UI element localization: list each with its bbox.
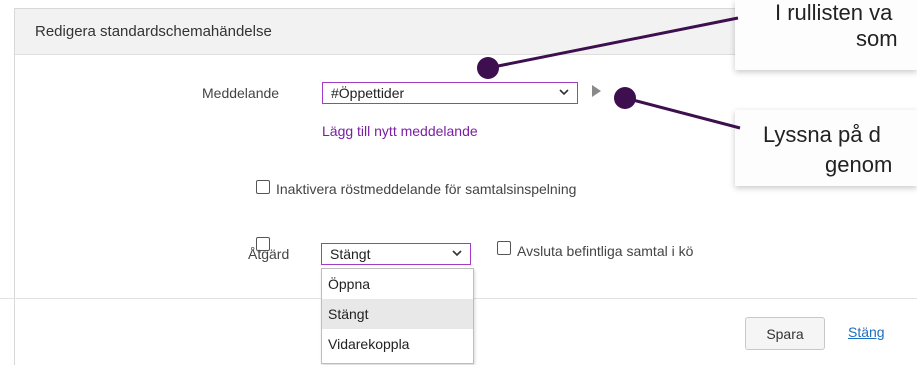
action-select[interactable]: Stängt (321, 243, 471, 265)
dialog-title: Redigera standardschemahändelse (35, 23, 272, 40)
callout-top-line2: som (856, 26, 898, 51)
option-label: Vidarekoppla (328, 336, 410, 352)
action-label: Åtgärd (248, 246, 290, 262)
chevron-down-icon (559, 89, 569, 96)
option-label: Stängt (328, 306, 369, 322)
play-icon[interactable] (592, 85, 601, 97)
callout-top-line1: I rullisten va (775, 0, 893, 25)
callout-bottom-line1: Lyssna på d (763, 122, 881, 147)
end-calls-checkbox[interactable] (497, 241, 511, 255)
message-select-value: #Öppettider (331, 85, 405, 101)
option-label: Öppna (328, 276, 371, 292)
callout-top: I rullisten va som (735, 0, 917, 70)
save-button[interactable]: Spara (745, 317, 825, 350)
dropdown-option-forward[interactable]: Vidarekoppla (322, 329, 473, 359)
end-calls-label: Avsluta befintliga samtal i kö (517, 243, 694, 259)
chevron-down-icon (452, 250, 462, 257)
dropdown-option-closed[interactable]: Stängt (322, 299, 473, 329)
message-select[interactable]: #Öppettider (322, 82, 578, 104)
callout-bottom: Lyssna på d genom (735, 110, 917, 186)
action-dropdown-list: Öppna Stängt Vidarekoppla (321, 268, 474, 364)
disable-voice-checkbox[interactable] (256, 180, 270, 194)
callout-bottom-line2: genom (825, 152, 893, 177)
disable-voice-label: Inaktivera röstmeddelande för samtalsins… (276, 181, 577, 197)
dropdown-option-open[interactable]: Öppna (322, 269, 473, 299)
close-link[interactable]: Stäng (848, 324, 885, 340)
action-select-value: Stängt (330, 246, 371, 262)
add-new-message-link[interactable]: Lägg till nytt meddelande (322, 123, 478, 139)
message-label: Meddelande (202, 85, 280, 101)
